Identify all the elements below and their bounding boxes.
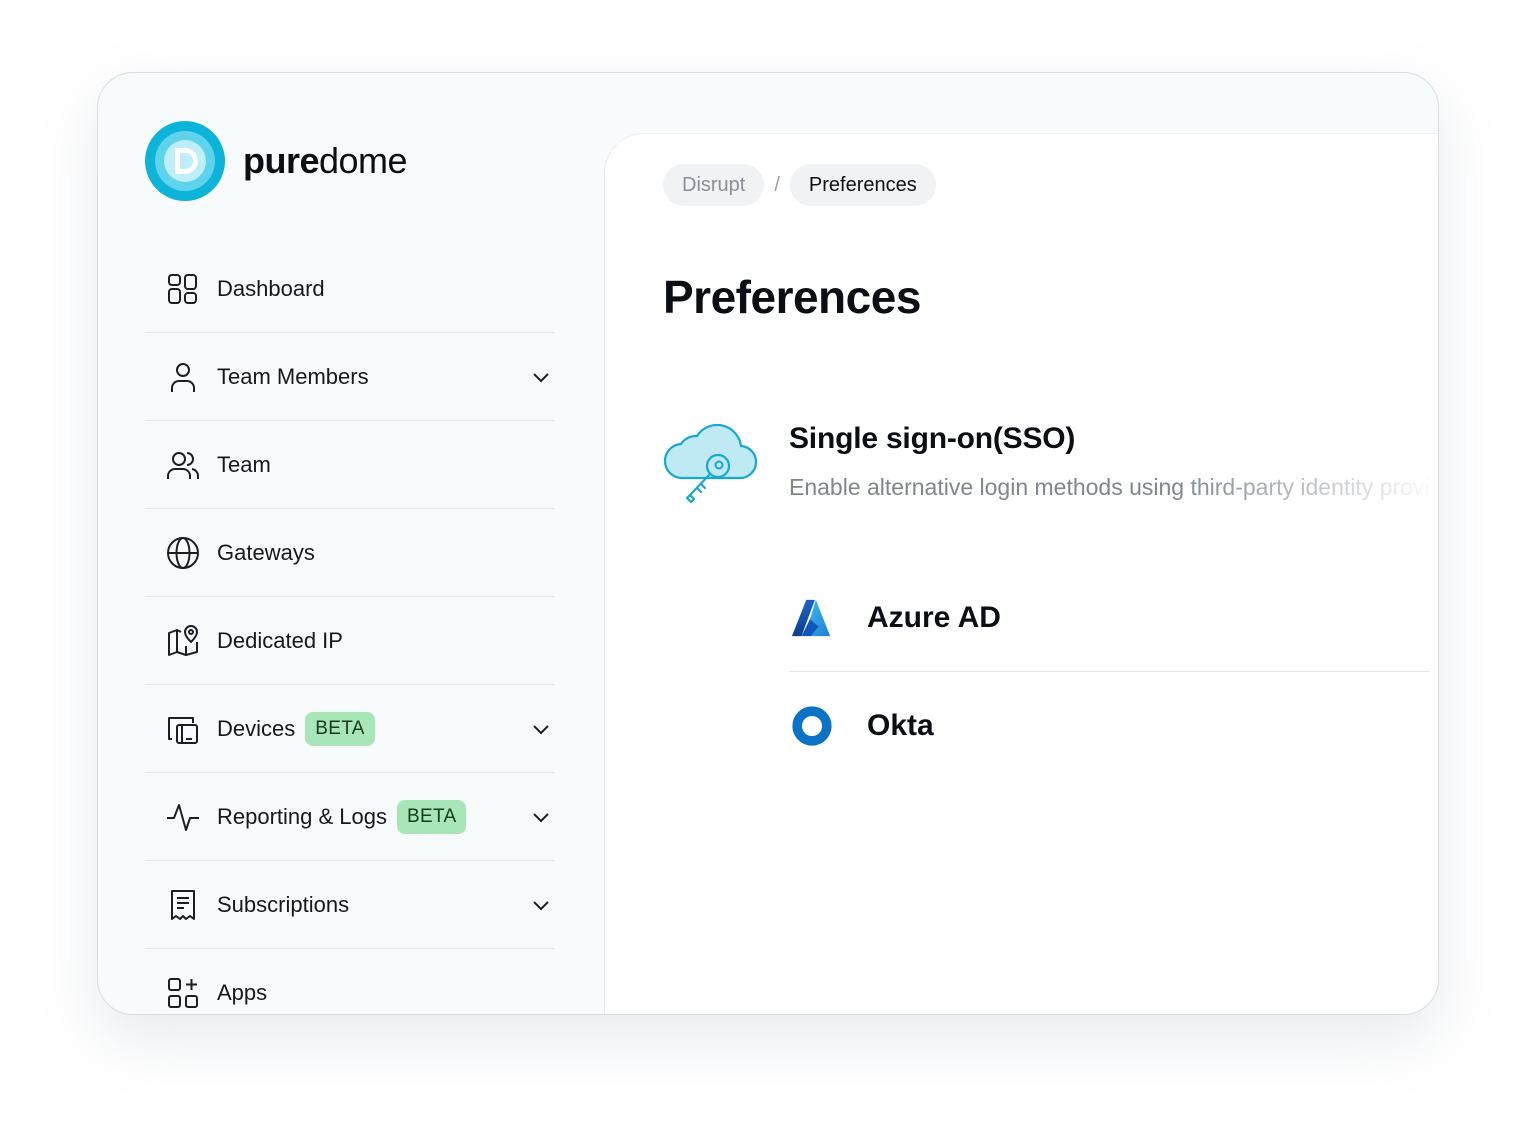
brand-logo[interactable]: puredome (145, 121, 408, 201)
user-icon (165, 359, 201, 395)
azure-icon (789, 595, 835, 641)
chevron-down-icon[interactable] (529, 365, 553, 389)
provider-azure-ad[interactable]: Azure AD (789, 564, 1429, 672)
brand-name-bold: pure (243, 140, 320, 181)
breadcrumb-separator: / (774, 173, 780, 196)
page-title: Preferences (663, 271, 921, 323)
apps-add-icon (165, 975, 201, 1011)
sidebar-item-label: Devices (217, 715, 296, 741)
activity-icon (165, 799, 201, 835)
map-pin-icon (165, 623, 201, 659)
sidebar-item-team-members[interactable]: Team Members (145, 333, 555, 421)
sidebar-item-team[interactable]: Team (145, 421, 555, 509)
dashboard-icon (165, 271, 201, 307)
sidebar-item-devices[interactable]: Devices BETA (145, 685, 555, 773)
sidebar-item-dashboard[interactable]: Dashboard (145, 245, 555, 333)
chevron-down-icon[interactable] (529, 717, 553, 741)
sidebar-item-label: Apps (217, 980, 268, 1005)
chevron-down-icon[interactable] (529, 893, 553, 917)
sso-title: Single sign-on(SSO) (789, 422, 1076, 455)
sidebar-item-apps[interactable]: Apps (145, 949, 555, 1014)
sidebar-item-label: Team Members (217, 363, 369, 389)
breadcrumb: Disrupt / Preferences (663, 164, 936, 206)
brand-name-light: dome (319, 140, 408, 181)
provider-name: Okta (867, 709, 934, 742)
app-window: puredome Dashboard Team Members Team Gat… (97, 72, 1439, 1015)
puredome-logo-icon (145, 121, 225, 201)
users-icon (165, 447, 201, 483)
sidebar-item-label: Reporting & Logs (217, 803, 387, 829)
cloud-key-icon (663, 423, 758, 504)
sso-provider-list: Azure AD Okta (789, 564, 1429, 780)
sidebar-item-label: Subscriptions (217, 891, 350, 917)
sidebar-item-gateways[interactable]: Gateways (145, 509, 555, 597)
provider-okta[interactable]: Okta (789, 672, 1429, 780)
receipt-icon (165, 887, 201, 923)
provider-name: Azure AD (867, 600, 1001, 634)
sidebar-item-label: Gateways (217, 539, 315, 565)
sidebar-item-label: Dedicated IP (217, 627, 343, 653)
beta-badge: BETA (305, 711, 375, 746)
devices-icon (165, 711, 201, 747)
chevron-down-icon[interactable] (529, 805, 553, 829)
sso-description: Enable alternative login methods using t… (789, 474, 1429, 500)
beta-badge: BETA (397, 799, 467, 834)
brand-name: puredome (243, 140, 408, 182)
breadcrumb-item-current: Preferences (789, 164, 936, 206)
sidebar-item-label: Team (217, 451, 271, 477)
sidebar-item-dedicated-ip[interactable]: Dedicated IP (145, 597, 555, 685)
sidebar-item-label: Dashboard (217, 275, 325, 301)
main-panel: Disrupt / Preferences Preferences Single… (604, 133, 1438, 1014)
breadcrumb-item-parent[interactable]: Disrupt (663, 164, 765, 206)
okta-icon (789, 703, 835, 749)
sidebar-item-reporting-logs[interactable]: Reporting & Logs BETA (145, 773, 555, 861)
sidebar-nav: Dashboard Team Members Team Gateways Ded… (145, 245, 555, 1014)
sidebar-item-subscriptions[interactable]: Subscriptions (145, 861, 555, 949)
globe-icon (165, 535, 201, 571)
